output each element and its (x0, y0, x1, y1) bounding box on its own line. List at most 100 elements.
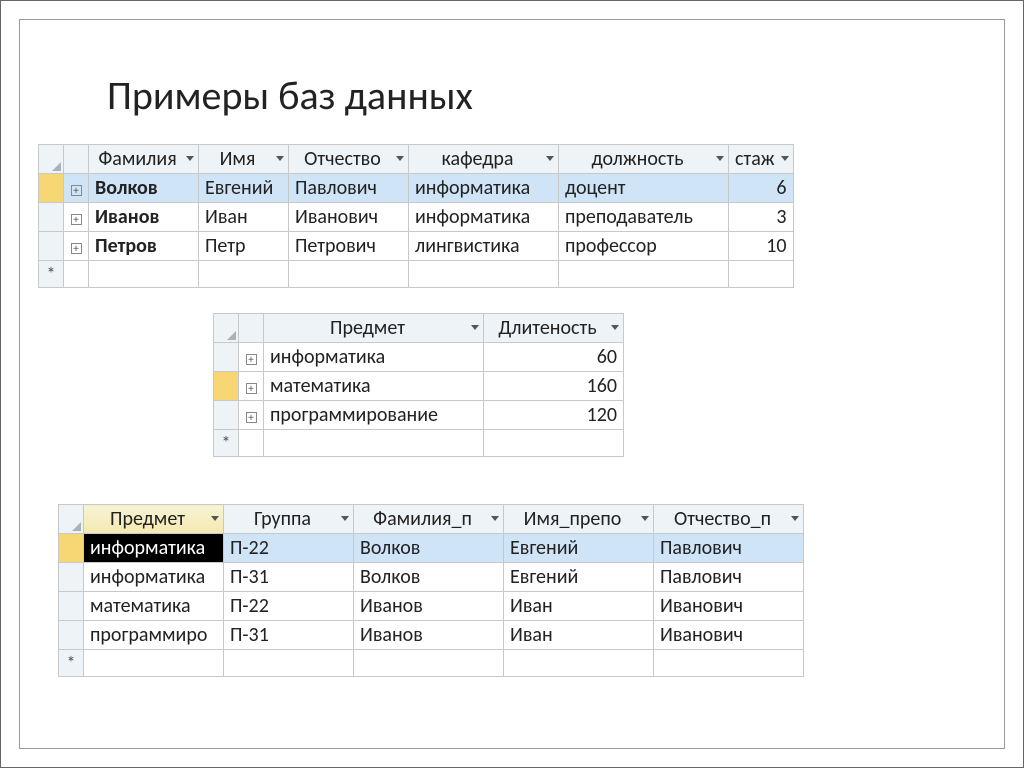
cell[interactable]: программирование (264, 401, 484, 430)
new-row-marker[interactable]: * (39, 261, 64, 288)
cell[interactable]: математика (264, 372, 484, 401)
cell[interactable]: 3 (729, 203, 794, 232)
col-dept[interactable]: кафедра (409, 145, 559, 174)
col-lastname[interactable]: Фамилия_п (354, 505, 504, 534)
table-row[interactable]: программиро П-31 Иванов Иван Иванович (59, 621, 804, 650)
cell[interactable]: математика (84, 592, 224, 621)
cell-selected[interactable]: информатика (84, 534, 224, 563)
cell[interactable]: П-31 (224, 621, 354, 650)
new-row[interactable]: * (59, 650, 804, 677)
col-position[interactable]: должность (559, 145, 729, 174)
cell[interactable]: доцент (559, 174, 729, 203)
row-selector[interactable] (214, 372, 239, 401)
cell[interactable]: П-22 (224, 592, 354, 621)
col-firstname[interactable]: Имя_препо (504, 505, 654, 534)
cell[interactable]: преподаватель (559, 203, 729, 232)
cell[interactable]: информатика (264, 343, 484, 372)
new-row-marker[interactable]: * (214, 430, 239, 457)
cell[interactable]: информатика (409, 174, 559, 203)
col-lastname[interactable]: Фамилия (89, 145, 199, 174)
expand-button[interactable]: + (239, 372, 264, 401)
cell[interactable]: профессор (559, 232, 729, 261)
table-row[interactable]: + Петров Петр Петрович лингвистика профе… (39, 232, 794, 261)
chevron-down-icon[interactable] (210, 514, 220, 524)
row-selector[interactable] (39, 203, 64, 232)
chevron-down-icon[interactable] (470, 323, 480, 333)
cell[interactable]: информатика (409, 203, 559, 232)
table-row[interactable]: + информатика 60 (214, 343, 624, 372)
table-row[interactable]: информатика П-22 Волков Евгений Павлович (59, 534, 804, 563)
table-row[interactable]: + математика 160 (214, 372, 624, 401)
col-duration[interactable]: Длитеность (484, 314, 624, 343)
chevron-down-icon[interactable] (780, 154, 790, 164)
row-selector[interactable] (39, 232, 64, 261)
cell[interactable]: 60 (484, 343, 624, 372)
expand-button[interactable]: + (239, 343, 264, 372)
cell[interactable]: Иванович (654, 592, 804, 621)
cell[interactable]: 10 (729, 232, 794, 261)
col-firstname[interactable]: Имя (199, 145, 289, 174)
expand-button[interactable]: + (64, 174, 89, 203)
expand-button[interactable]: + (239, 401, 264, 430)
cell[interactable]: программиро (84, 621, 224, 650)
cell[interactable]: 160 (484, 372, 624, 401)
row-selector[interactable] (39, 174, 64, 203)
cell[interactable]: П-22 (224, 534, 354, 563)
cell[interactable]: Петр (199, 232, 289, 261)
cell[interactable]: Иванович (289, 203, 409, 232)
cell[interactable]: Евгений (504, 563, 654, 592)
chevron-down-icon[interactable] (790, 514, 800, 524)
cell[interactable]: Иванович (654, 621, 804, 650)
chevron-down-icon[interactable] (340, 514, 350, 524)
cell[interactable]: Евгений (199, 174, 289, 203)
col-patronym[interactable]: Отчество (289, 145, 409, 174)
new-row[interactable]: * (39, 261, 794, 288)
col-subject[interactable]: Предмет (84, 505, 224, 534)
cell[interactable]: Петрович (289, 232, 409, 261)
cell[interactable]: Волков (89, 174, 199, 203)
new-row[interactable]: * (214, 430, 624, 457)
cell[interactable]: Волков (354, 534, 504, 563)
cell[interactable]: Иванов (354, 592, 504, 621)
cell[interactable]: Иванов (89, 203, 199, 232)
cell[interactable]: Павлович (654, 563, 804, 592)
expand-button[interactable]: + (64, 232, 89, 261)
cell[interactable]: Иванов (354, 621, 504, 650)
table-row[interactable]: математика П-22 Иванов Иван Иванович (59, 592, 804, 621)
corner-cell[interactable] (59, 505, 84, 534)
chevron-down-icon[interactable] (185, 154, 195, 164)
cell[interactable]: Павлович (654, 534, 804, 563)
cell[interactable]: Иван (504, 592, 654, 621)
cell[interactable]: П-31 (224, 563, 354, 592)
col-patronym[interactable]: Отчество_п (654, 505, 804, 534)
cell[interactable]: Павлович (289, 174, 409, 203)
chevron-down-icon[interactable] (715, 154, 725, 164)
row-selector[interactable] (214, 343, 239, 372)
cell[interactable]: информатика (84, 563, 224, 592)
cell[interactable]: Волков (354, 563, 504, 592)
chevron-down-icon[interactable] (275, 154, 285, 164)
chevron-down-icon[interactable] (610, 323, 620, 333)
cell[interactable]: Петров (89, 232, 199, 261)
col-seniority[interactable]: стаж (729, 145, 794, 174)
col-group[interactable]: Группа (224, 505, 354, 534)
cell[interactable]: лингвистика (409, 232, 559, 261)
table-row[interactable]: + Волков Евгений Павлович информатика до… (39, 174, 794, 203)
row-selector[interactable] (59, 592, 84, 621)
table-row[interactable]: + Иванов Иван Иванович информатика препо… (39, 203, 794, 232)
corner-cell[interactable] (39, 145, 64, 174)
corner-cell[interactable] (214, 314, 239, 343)
cell[interactable]: 120 (484, 401, 624, 430)
cell[interactable]: Евгений (504, 534, 654, 563)
chevron-down-icon[interactable] (395, 154, 405, 164)
chevron-down-icon[interactable] (490, 514, 500, 524)
row-selector[interactable] (214, 401, 239, 430)
row-selector[interactable] (59, 563, 84, 592)
col-subject[interactable]: Предмет (264, 314, 484, 343)
table-row[interactable]: + программирование 120 (214, 401, 624, 430)
chevron-down-icon[interactable] (640, 514, 650, 524)
cell[interactable]: 6 (729, 174, 794, 203)
cell[interactable]: Иван (504, 621, 654, 650)
table-row[interactable]: информатика П-31 Волков Евгений Павлович (59, 563, 804, 592)
cell[interactable]: Иван (199, 203, 289, 232)
